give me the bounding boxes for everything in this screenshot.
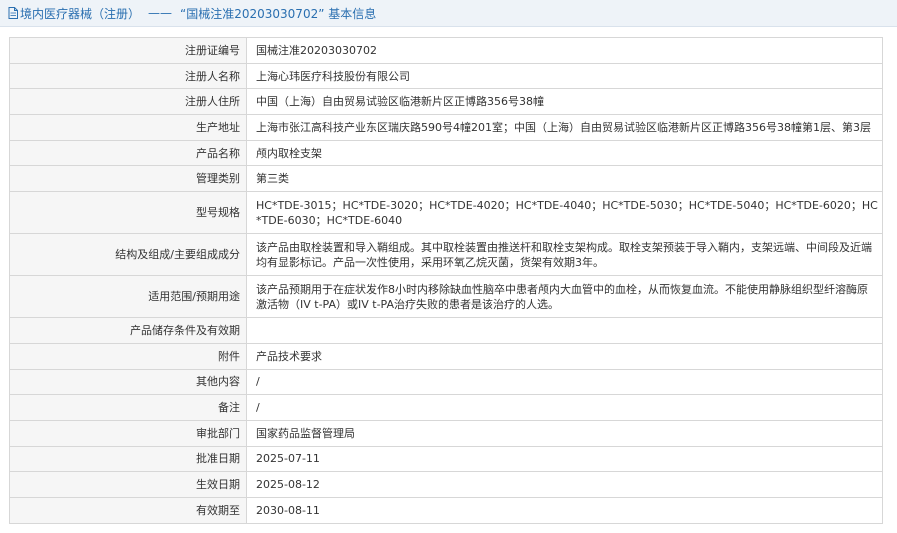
row-label: 其他内容 (9, 368, 247, 396)
row-value: 产品技术要求 (246, 342, 883, 370)
row-label: 审批部门 (9, 419, 247, 447)
info-table-wrapper: 注册证编号 国械注准20203030702 注册人名称 上海心玮医疗科技股份有限… (9, 37, 883, 524)
table-row: 型号规格 HC*TDE-3015；HC*TDE-3020；HC*TDE-4020… (9, 191, 883, 235)
info-table: 注册证编号 国械注准20203030702 注册人名称 上海心玮医疗科技股份有限… (9, 37, 883, 524)
row-value: 2030-08-11 (246, 496, 883, 524)
document-icon (8, 7, 18, 19)
row-label: 生产地址 (9, 114, 247, 141)
table-row: 结构及组成/主要组成成分 该产品由取栓装置和导入鞘组成。其中取栓装置由推送杆和取… (9, 233, 883, 277)
row-value: 第三类 (246, 165, 883, 193)
table-row: 生效日期 2025-08-12 (9, 471, 883, 498)
row-value: / (246, 368, 883, 396)
row-label: 管理类别 (9, 165, 247, 193)
row-label: 批准日期 (9, 445, 247, 473)
row-value: 该产品预期用于在症状发作8小时内移除缺血性脑卒中患者颅内大血管中的血栓，从而恢复… (246, 275, 883, 319)
row-label: 生效日期 (9, 471, 247, 498)
table-row: 批准日期 2025-07-11 (9, 445, 883, 473)
table-row: 备注 / (9, 394, 883, 421)
row-value: 该产品由取栓装置和导入鞘组成。其中取栓装置由推送杆和取栓支架构成。取栓支架预装于… (246, 233, 883, 277)
row-label: 结构及组成/主要组成成分 (9, 233, 247, 277)
table-row: 有效期至 2030-08-11 (9, 496, 883, 524)
row-value (246, 317, 883, 344)
row-value: 上海市张江高科技产业东区瑞庆路590号4幢201室；中国（上海）自由贸易试验区临… (246, 114, 883, 141)
row-label: 注册证编号 (9, 37, 247, 64)
row-value: 上海心玮医疗科技股份有限公司 (246, 62, 883, 90)
table-row: 产品储存条件及有效期 (9, 317, 883, 344)
row-label: 型号规格 (9, 191, 247, 235)
row-label: 备注 (9, 394, 247, 421)
table-row: 注册人住所 中国（上海）自由贸易试验区临港新片区正博路356号38幢 (9, 88, 883, 116)
row-label: 注册人住所 (9, 88, 247, 116)
page-header: 境内医疗器械（注册） —— “国械注准20203030702” 基本信息 (0, 0, 897, 27)
table-row: 其他内容 / (9, 368, 883, 396)
row-label: 有效期至 (9, 496, 247, 524)
header-subtitle: “国械注准20203030702” 基本信息 (180, 6, 377, 21)
row-value: 国械注准20203030702 (246, 37, 883, 64)
row-value: 中国（上海）自由贸易试验区临港新片区正博路356号38幢 (246, 88, 883, 116)
header-separator: —— (148, 6, 173, 20)
header-title: 境内医疗器械（注册） (20, 6, 141, 21)
table-row: 适用范围/预期用途 该产品预期用于在症状发作8小时内移除缺血性脑卒中患者颅内大血… (9, 275, 883, 319)
row-label: 产品储存条件及有效期 (9, 317, 247, 344)
table-row: 管理类别 第三类 (9, 165, 883, 193)
row-value: 2025-08-12 (246, 471, 883, 498)
row-label: 产品名称 (9, 139, 247, 167)
row-value: HC*TDE-3015；HC*TDE-3020；HC*TDE-4020；HC*T… (246, 191, 883, 235)
row-label: 附件 (9, 342, 247, 370)
table-row: 生产地址 上海市张江高科技产业东区瑞庆路590号4幢201室；中国（上海）自由贸… (9, 114, 883, 141)
row-value: 颅内取栓支架 (246, 139, 883, 167)
page: 境内医疗器械（注册） —— “国械注准20203030702” 基本信息 注册证… (0, 0, 897, 533)
table-row: 注册人名称 上海心玮医疗科技股份有限公司 (9, 62, 883, 90)
row-value: 国家药品监督管理局 (246, 419, 883, 447)
row-value: / (246, 394, 883, 421)
row-value: 2025-07-11 (246, 445, 883, 473)
table-row: 审批部门 国家药品监督管理局 (9, 419, 883, 447)
row-label: 适用范围/预期用途 (9, 275, 247, 319)
table-row: 附件 产品技术要求 (9, 342, 883, 370)
table-row: 产品名称 颅内取栓支架 (9, 139, 883, 167)
table-row: 注册证编号 国械注准20203030702 (9, 37, 883, 64)
row-label: 注册人名称 (9, 62, 247, 90)
